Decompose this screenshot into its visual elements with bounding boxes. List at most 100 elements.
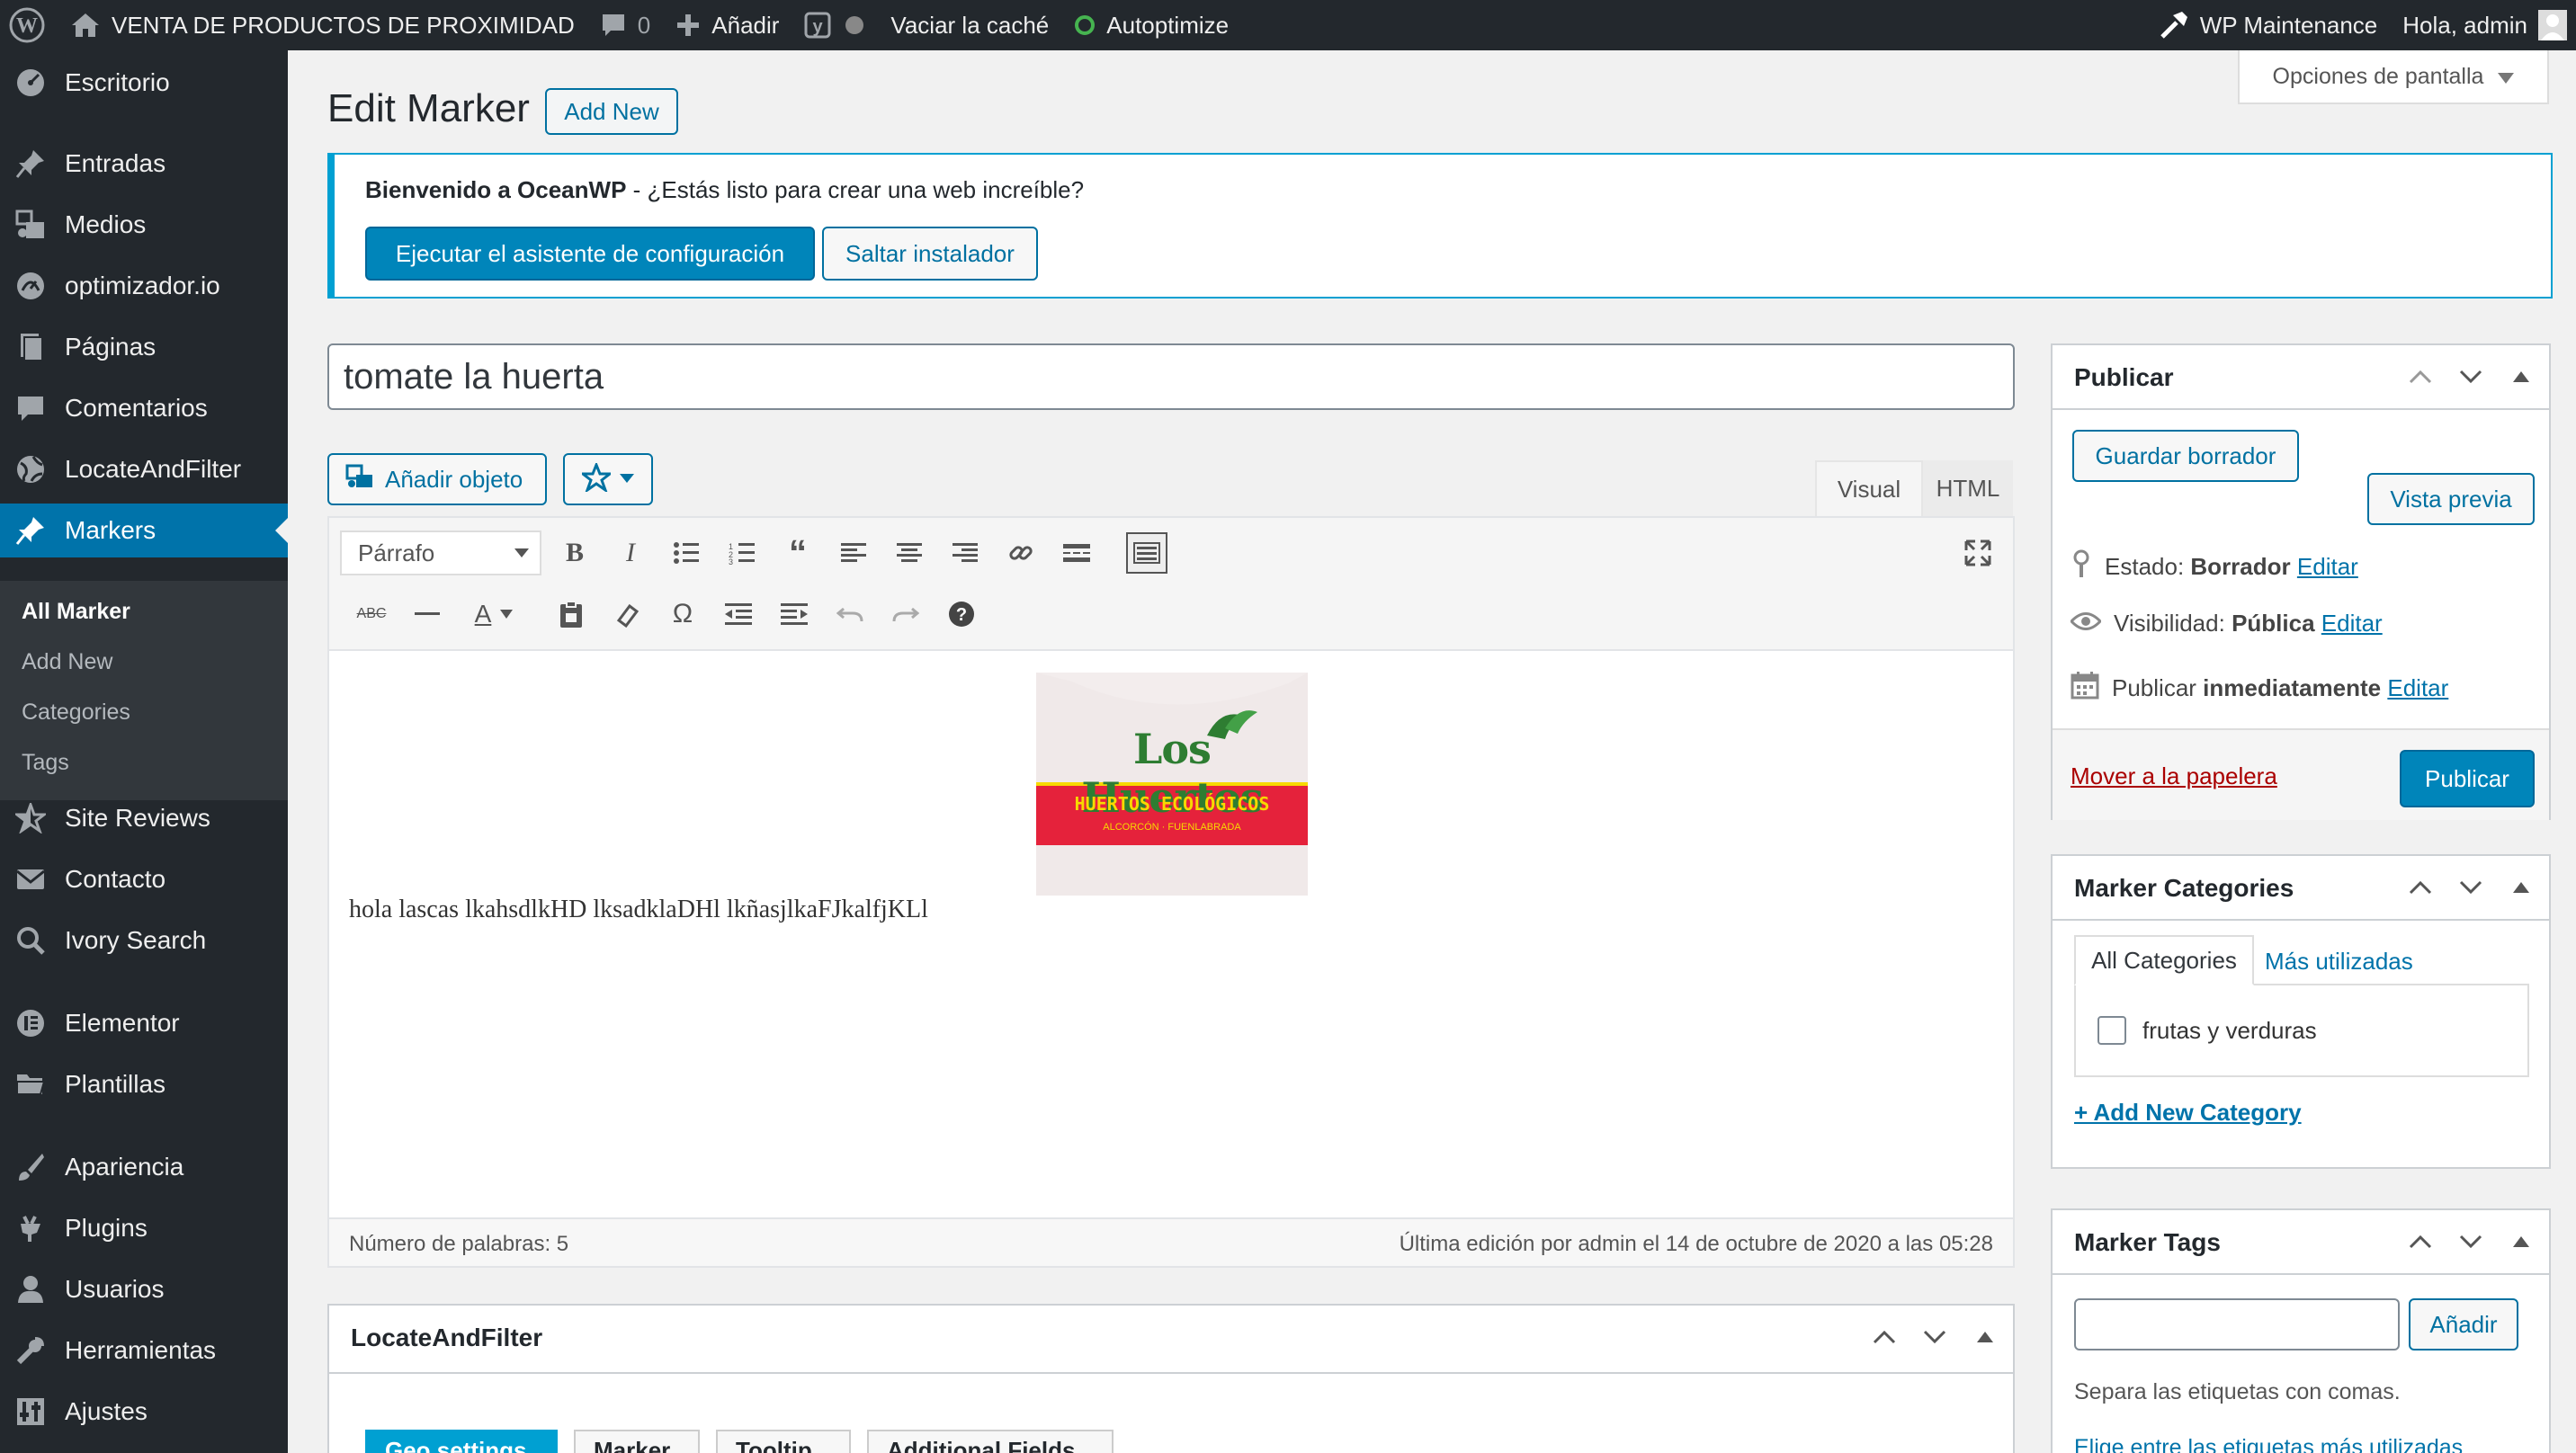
align-left-icon[interactable] [833, 532, 874, 574]
horizontal-line-icon[interactable] [407, 593, 448, 635]
edit-visibility-link[interactable]: Editar [2321, 610, 2383, 637]
sidebar-item-locateandfilter[interactable]: LocateAndFilter [0, 442, 288, 496]
submenu-item-all-marker[interactable]: All Marker [22, 599, 130, 625]
clear-formatting-icon[interactable] [606, 593, 648, 635]
clear-cache-link[interactable]: Vaciar la caché [878, 0, 1061, 50]
sidebar-item-herramientas[interactable]: Herramientas [0, 1324, 288, 1377]
sidebar-item-ajustes[interactable]: Ajustes [0, 1385, 288, 1439]
toolbar-toggle-icon[interactable] [1126, 532, 1167, 574]
toggle-panel-icon[interactable] [2506, 872, 2536, 903]
chevron-down-icon[interactable] [2455, 1226, 2486, 1257]
bulleted-list-icon[interactable] [666, 532, 707, 574]
new-content-link[interactable]: Añadir [663, 0, 792, 50]
wordpress-logo-icon[interactable]: W [0, 0, 58, 50]
chevron-down-icon[interactable] [2455, 872, 2486, 903]
numbered-list-icon[interactable]: 123 [721, 532, 763, 574]
sidebar-item-comentarios[interactable]: Comentarios [0, 381, 288, 435]
sidebar-item-plugins[interactable]: Plugins [0, 1201, 288, 1255]
italic-button[interactable]: I [610, 532, 651, 574]
sidebar-item-usuarios[interactable]: Usuarios [0, 1262, 288, 1316]
tab-visual[interactable]: Visual [1815, 460, 1923, 516]
sidebar-item-contacto[interactable]: Contacto [0, 852, 288, 906]
sidebar-item-escritorio[interactable]: Escritorio [0, 56, 288, 110]
chevron-up-icon[interactable] [2405, 1226, 2436, 1257]
toggle-panel-icon[interactable] [2506, 1226, 2536, 1257]
sidebar-item-p-ginas[interactable]: Páginas [0, 320, 288, 374]
site-name-link[interactable]: VENTA DE PRODUCTOS DE PROXIMIDAD [58, 0, 587, 50]
sidebar-item-label: Elementor [65, 1009, 180, 1037]
reviews-shortcode-button[interactable] [563, 453, 653, 505]
redo-icon[interactable] [885, 593, 926, 635]
autoptimize-menu[interactable]: Autoptimize [1061, 0, 1241, 50]
tab-additional-fields[interactable]: Additional Fields [867, 1430, 1114, 1453]
submenu-item-add-new[interactable]: Add New [22, 649, 112, 675]
blockquote-icon[interactable]: “ [777, 532, 818, 574]
chevron-up-icon[interactable] [2405, 361, 2436, 392]
sidebar-item-medios[interactable]: Medios [0, 198, 288, 252]
sidebar-item-plantillas[interactable]: Plantillas [0, 1057, 288, 1111]
maintenance-link[interactable]: WP Maintenance [2146, 0, 2391, 50]
sidebar-item-label: optimizador.io [65, 272, 220, 299]
screen-options-button[interactable]: Opciones de pantalla [2238, 50, 2549, 104]
submenu-item-categories[interactable]: Categories [22, 700, 130, 726]
comments-link[interactable]: 0 [587, 0, 663, 50]
tab-marker[interactable]: Marker [574, 1430, 700, 1453]
special-character-icon[interactable]: Ω [662, 593, 703, 635]
chevron-down-icon[interactable] [1919, 1322, 1950, 1352]
tab-most-used[interactable]: Más utilizadas [2265, 948, 2413, 976]
choose-popular-tags-link[interactable]: Elige entre las etiquetas más utilizadas [2074, 1435, 2463, 1453]
undo-icon[interactable] [829, 593, 871, 635]
tab-geo-settings[interactable]: Geo settings [365, 1430, 558, 1453]
skip-installer-button[interactable]: Saltar instalador [822, 227, 1038, 281]
category-checkbox[interactable] [2097, 1016, 2126, 1045]
read-more-icon[interactable] [1056, 532, 1097, 574]
add-media-button[interactable]: Añadir objeto [327, 453, 547, 505]
yoast-menu[interactable]: y [792, 0, 878, 50]
move-to-trash-link[interactable]: Mover a la papelera [2071, 762, 2277, 790]
chevron-down-icon[interactable] [2455, 361, 2486, 392]
tab-all-categories[interactable]: All Categories [2074, 935, 2254, 985]
sidebar-item-elementor[interactable]: Elementor [0, 996, 288, 1050]
publish-button[interactable]: Publicar [2400, 750, 2535, 807]
strikethrough-icon[interactable]: ABC [351, 593, 392, 635]
new-tag-input[interactable] [2074, 1298, 2400, 1350]
edit-status-link[interactable]: Editar [2297, 553, 2358, 580]
sidebar-item-optimizador-io[interactable]: optimizador.io [0, 259, 288, 313]
bold-button[interactable]: B [554, 532, 595, 574]
add-new-category-link[interactable]: + Add New Category [2074, 1099, 2302, 1127]
editor-content-area[interactable]: Los Huertos HUERTOS ECOLÓGICOS ALCORCÓN … [329, 653, 2013, 1174]
tab-html[interactable]: HTML [1923, 460, 2013, 516]
format-select[interactable]: Párrafo [340, 530, 541, 575]
my-account-link[interactable]: Hola, admin [2390, 0, 2576, 50]
los-huertos-logo-image[interactable]: Los Huertos HUERTOS ECOLÓGICOS ALCORCÓN … [1036, 673, 1308, 896]
submenu-item-tags[interactable]: Tags [22, 750, 69, 776]
run-setup-wizard-button[interactable]: Ejecutar el asistente de configuración [365, 227, 815, 281]
add-new-button[interactable]: Add New [545, 88, 678, 135]
post-title-input[interactable]: tomate la huerta [327, 343, 2015, 410]
toggle-panel-icon[interactable] [1970, 1322, 2000, 1352]
add-tag-button[interactable]: Añadir [2409, 1298, 2518, 1350]
sidebar-item-label: Site Reviews [65, 804, 210, 832]
toggle-panel-icon[interactable] [2506, 361, 2536, 392]
sidebar-item-apariencia[interactable]: Apariencia [0, 1140, 288, 1194]
help-icon[interactable]: ? [941, 593, 982, 635]
align-right-icon[interactable] [944, 532, 986, 574]
sidebar-item-ivory-search[interactable]: Ivory Search [0, 914, 288, 967]
save-draft-button[interactable]: Guardar borrador [2072, 430, 2299, 482]
sidebar-item-markers[interactable]: Markers [0, 504, 288, 557]
tab-tooltip[interactable]: Tooltip [716, 1430, 851, 1453]
sidebar-item-entradas[interactable]: Entradas [0, 137, 288, 191]
category-item[interactable]: frutas y verduras [2097, 1016, 2317, 1045]
paste-text-icon[interactable] [550, 593, 592, 635]
chevron-up-icon[interactable] [2405, 872, 2436, 903]
link-icon[interactable] [1000, 532, 1042, 574]
outdent-icon[interactable] [718, 593, 759, 635]
svg-text:y: y [813, 17, 824, 37]
indent-icon[interactable] [774, 593, 815, 635]
preview-button[interactable]: Vista previa [2367, 473, 2535, 525]
align-center-icon[interactable] [889, 532, 930, 574]
text-color-caret-icon[interactable] [493, 593, 520, 635]
edit-schedule-link[interactable]: Editar [2387, 674, 2448, 701]
chevron-up-icon[interactable] [1869, 1322, 1900, 1352]
fullscreen-icon[interactable] [1957, 532, 1999, 574]
